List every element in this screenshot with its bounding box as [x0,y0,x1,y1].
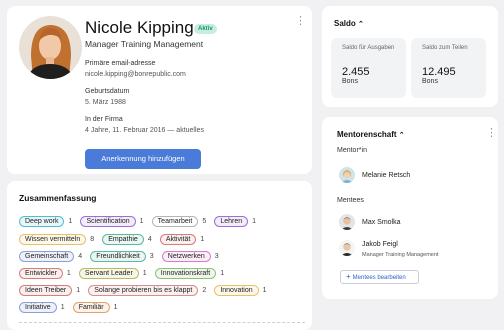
skill-tag[interactable]: Empathie [102,234,144,245]
mentor-label: Mentor*in [337,147,367,154]
skill-tag[interactable]: Freundlichkeit [90,251,146,262]
saldo-box-share: Saldo zum Teilen 12.495 Bons [411,38,486,98]
mentees-label: Mentees [337,197,364,204]
skill-tag[interactable]: Familiär [72,302,110,313]
birth-label: Geburtsdatum [85,88,130,95]
tag-count: 1 [262,287,267,294]
tag-count: 4 [147,236,152,243]
skill-tag[interactable]: Scientification [80,216,136,227]
edit-mentees-button[interactable]: + Mentees bearbeiten [340,270,419,284]
summary-card: Zusammenfassung Deep work 1 Scientificatio… [7,181,312,330]
saldo-box-value: 2.455 [342,66,370,78]
skill-tag[interactable]: Gemeinschaft [19,251,75,262]
skill-tag[interactable]: Solange probieren bis es klappt [88,285,199,296]
chevron-up-icon[interactable]: ⌃ [399,132,405,139]
mentor-name[interactable]: Melanie Retsch [362,172,410,179]
tag-count: 8 [90,236,95,243]
summary-title: Zusammenfassung [19,193,97,203]
skill-tag[interactable]: Deep work [19,216,65,227]
mentorship-header[interactable]: Mentorenschaft ⌃ [337,130,405,139]
skill-tag[interactable]: Wissen vermitteln [19,234,87,245]
company-value: 4 Jahre, 11. Februar 2016 — aktuelles [85,127,204,134]
mentee-title: Manager Training Management [362,252,439,258]
tag-count: 1 [142,270,147,277]
saldo-header[interactable]: Saldo ⌃ [334,19,364,28]
saldo-card: Saldo ⌃ Saldo für Ausgaben 2.455 Bons Sa… [322,6,498,107]
more-icon[interactable]: ⋮ [295,16,306,27]
skill-tag[interactable]: Teamarbeit [151,216,199,227]
saldo-box-label: Saldo für Ausgaben [342,45,395,51]
tag-count: 2 [202,287,207,294]
plus-icon: + [346,272,351,281]
saldo-box-value: 12.495 [422,66,456,78]
edit-mentees-label: Mentees bearbeiten [352,275,406,281]
saldo-box-unit: Bons [422,78,438,85]
tag-count: 4 [78,253,83,260]
tag-count: 1 [60,304,65,311]
skill-tag[interactable]: Lehren [214,216,249,227]
tag-count: 3 [214,253,219,260]
saldo-title: Saldo [334,19,356,28]
profile-card: ⋮ Nicole Kipping Aktiv Manager Training … [7,6,312,174]
skill-tag[interactable]: Innovationskraft [154,268,217,279]
tag-count: 1 [76,287,81,294]
profile-avatar [19,16,82,79]
tag-count: 1 [200,236,205,243]
tag-count: 1 [220,270,225,277]
profile-title: Manager Training Management [85,39,204,49]
tag-count: 1 [139,218,144,225]
avatar [339,240,355,256]
status-badge: Aktiv [194,24,217,34]
skill-tag[interactable]: Entwickler [19,268,63,279]
skill-tag[interactable]: Netzwerken [161,251,211,262]
tag-count: 1 [68,218,73,225]
mentee-name[interactable]: Max Smolka [362,219,401,226]
email-label: Primäre email-adresse [85,60,156,67]
tag-count: 5 [202,218,207,225]
birth-value: 5. März 1988 [85,99,126,106]
saldo-box-unit: Bons [342,78,358,85]
company-label: In der Firma [85,116,123,123]
avatar [339,167,355,183]
chevron-up-icon[interactable]: ⌃ [358,21,364,28]
more-icon[interactable]: ⋮ [486,128,497,139]
tag-count: 3 [149,253,154,260]
saldo-box-label: Saldo zum Teilen [422,45,468,51]
divider [19,322,305,323]
tag-count: 1 [66,270,71,277]
skill-tag[interactable]: Ideen Treiber [19,285,73,296]
add-recognition-button[interactable]: Anerkennung hinzufügen [85,149,201,169]
skill-tag[interactable]: Servant Leader [78,268,139,279]
skill-tag[interactable]: Innovation [214,285,259,296]
mentee-name[interactable]: Jakob Feigl [362,241,398,248]
tag-count: 1 [252,218,257,225]
email-value[interactable]: nicole.kipping@bonrepublic.com [85,71,186,78]
skill-tag[interactable]: Initiative [19,302,57,313]
saldo-box-spend: Saldo für Ausgaben 2.455 Bons [331,38,406,98]
avatar [339,214,355,230]
profile-name: Nicole Kipping [85,18,194,37]
tag-count: 1 [113,304,118,311]
mentorship-card: Mentorenschaft ⌃ ⋮ Mentor*in Melanie Ret… [322,117,498,299]
skill-tag[interactable]: Aktivität [159,234,197,245]
mentorship-title: Mentorenschaft [337,130,397,139]
